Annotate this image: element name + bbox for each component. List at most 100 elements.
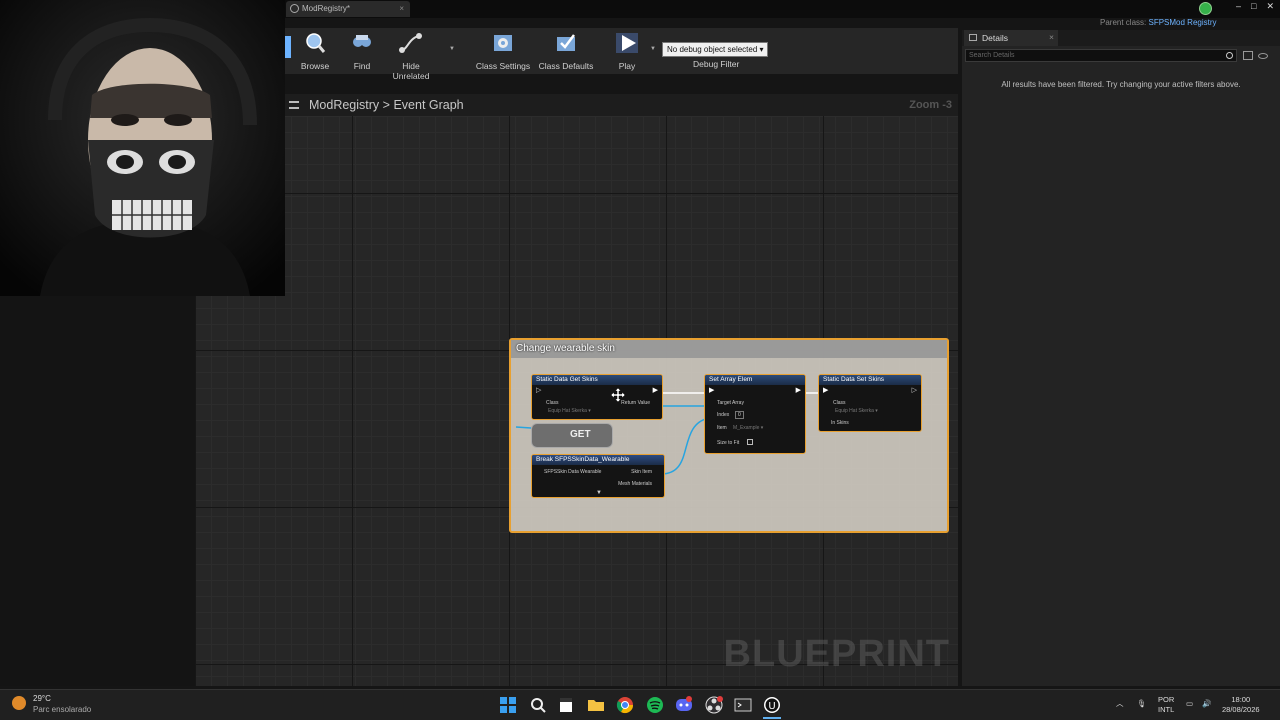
skin-item-pin[interactable]: Skin Item	[631, 469, 652, 475]
unreal-engine-icon[interactable]: U	[763, 696, 781, 714]
exec-out-pin[interactable]: ▶	[653, 386, 658, 394]
item-value-select[interactable]: M_Example ▾	[733, 425, 763, 431]
class-pin-value[interactable]: Equip Hat Skerka ▾	[835, 408, 878, 414]
item-pin[interactable]: Item	[717, 425, 727, 431]
graph-menu-icon[interactable]	[289, 101, 299, 109]
in-skins-pin[interactable]: In Skins	[831, 420, 849, 426]
breadcrumb-root[interactable]: ModRegistry	[309, 98, 379, 112]
obs-icon[interactable]	[705, 696, 723, 714]
details-icon	[969, 34, 977, 41]
node-get-title: GET	[570, 429, 591, 440]
chrome-icon[interactable]	[616, 696, 634, 714]
file-explorer-icon[interactable]	[587, 696, 605, 714]
node-title: Static Data Set Skins	[819, 375, 921, 385]
network-icon[interactable]: ▭	[1186, 699, 1193, 709]
node-static-data-set-skins[interactable]: Static Data Set Skins ▶ ▷ Class Equip Ha…	[818, 374, 922, 432]
find-button[interactable]: Find	[345, 32, 379, 71]
target-array-pin[interactable]: Target Array	[717, 400, 744, 406]
node-static-data-get-skins[interactable]: Static Data Get Skins ▷ ▶ Class Equip Ha…	[531, 374, 663, 420]
minimize-button[interactable]: –	[1236, 1, 1241, 12]
weather-description: Parc ensolarado	[33, 705, 92, 714]
details-tab[interactable]: Details ×	[964, 30, 1058, 46]
play-icon	[616, 33, 638, 53]
close-details-icon[interactable]: ×	[1049, 32, 1054, 42]
tray-overflow-icon[interactable]: ︿	[1116, 699, 1124, 709]
class-defaults-label: Class Defaults	[538, 61, 594, 71]
node-get[interactable]: GET	[531, 423, 613, 448]
comment-box[interactable]: Change wearable skin Static Data Get Ski…	[509, 338, 949, 533]
class-pin-value[interactable]: Equip Hat Skerka ▾	[548, 408, 591, 414]
exec-out-pin[interactable]: ▷	[912, 386, 917, 394]
event-graph-canvas[interactable]: Change wearable skin Static Data Get Ski…	[195, 116, 958, 686]
windows-start-icon[interactable]	[499, 696, 517, 714]
browse-button[interactable]: Browse	[297, 32, 333, 71]
parent-class-info: Parent class: SFPSMod Registry	[1100, 18, 1217, 27]
debug-filter-label: Debug Filter	[693, 59, 740, 69]
details-search-input[interactable]: Search Details	[965, 49, 1237, 62]
discord-icon[interactable]	[675, 696, 693, 714]
clock[interactable]: 18:00 28/08/2026	[1222, 695, 1260, 715]
volume-icon[interactable]: 🔊	[1202, 699, 1211, 709]
close-window-button[interactable]: ✕	[1266, 1, 1274, 12]
windows-taskbar: 29°C Parc ensolarado U ︿ 🎙 POR INTL ▭ 🔊 …	[0, 689, 1280, 720]
source-control-status-icon[interactable]	[1199, 2, 1212, 15]
maximize-button[interactable]: □	[1251, 1, 1256, 12]
node-title: Static Data Get Skins	[532, 375, 662, 385]
property-matrix-icon[interactable]	[1243, 51, 1253, 60]
expand-arrow-icon[interactable]: ▼	[596, 490, 602, 496]
filtered-message: All results have been filtered. Try chan…	[1001, 80, 1241, 89]
node-title: Set Array Elem	[705, 375, 805, 385]
language-line2: INTL	[1158, 705, 1175, 714]
index-value-field[interactable]: 0	[735, 411, 744, 419]
class-pin-label: Class	[546, 400, 559, 406]
language-line1: POR	[1158, 695, 1175, 704]
play-label: Play	[618, 61, 636, 71]
active-app-indicator	[763, 717, 781, 719]
parent-class-link[interactable]: SFPSMod Registry	[1148, 18, 1216, 27]
class-settings-button[interactable]: Class Settings	[475, 32, 531, 71]
node-title: Break SFPSSkinData_Wearable	[532, 455, 664, 465]
breadcrumb-current[interactable]: Event Graph	[393, 98, 463, 112]
hide-unrelated-dropdown-icon[interactable]: ▼	[449, 46, 455, 52]
blueprint-toolbar: Browse Find Hide Unrelated ▼ Class Setti…	[285, 28, 958, 81]
clock-date: 28/08/2026	[1222, 705, 1260, 714]
document-tab-modregistry[interactable]: ModRegistry* ×	[286, 1, 410, 17]
close-tab-icon[interactable]: ×	[399, 4, 404, 13]
weather-temperature: 29°C	[33, 694, 51, 703]
browse-label: Browse	[300, 61, 330, 71]
mesh-materials-pin[interactable]: Mesh Materials	[618, 481, 652, 487]
index-pin[interactable]: Index	[717, 412, 729, 418]
unreal-editor-window: ModRegistry* × – □ ✕ Parent class: SFPSM…	[0, 0, 1280, 720]
class-pin-label: Class	[833, 400, 846, 406]
terminal-icon[interactable]	[557, 696, 575, 714]
exec-in-pin[interactable]: ▶	[709, 386, 714, 394]
details-tab-bar: Details ×	[962, 30, 1280, 46]
breadcrumb-separator: >	[382, 98, 390, 112]
node-set-array-elem[interactable]: Set Array Elem ▶ ▶ Target Array Index 0 …	[704, 374, 806, 454]
size-to-fit-checkbox[interactable]	[747, 439, 753, 445]
hide-unrelated-label: Hide Unrelated	[392, 61, 430, 81]
exec-out-pin[interactable]: ▶	[796, 386, 801, 394]
play-options-dropdown-icon[interactable]: ▼	[650, 46, 656, 52]
view-options-eye-icon[interactable]	[1258, 53, 1268, 59]
compile-button-partial[interactable]	[285, 36, 291, 58]
play-button[interactable]: Play	[611, 32, 643, 71]
search-icon[interactable]	[529, 696, 547, 714]
exec-in-pin[interactable]: ▶	[823, 386, 828, 394]
class-defaults-button[interactable]: Class Defaults	[538, 32, 594, 71]
hide-unrelated-icon	[399, 33, 422, 53]
exec-in-pin[interactable]: ▷	[536, 386, 541, 394]
hide-unrelated-button[interactable]: Hide Unrelated	[383, 32, 439, 81]
clock-time: 18:00	[1231, 695, 1251, 704]
zoom-level: Zoom -3	[909, 99, 952, 111]
microphone-icon[interactable]: 🎙	[1137, 699, 1147, 709]
node-break-skin-data[interactable]: Break SFPSSkinData_Wearable SFPSSkin Dat…	[531, 454, 665, 498]
skin-data-input-pin[interactable]: SFPSSkin Data Wearable	[544, 469, 601, 475]
input-language-indicator[interactable]: POR INTL	[1158, 695, 1174, 715]
document-tab-label: ModRegistry*	[302, 4, 351, 13]
return-value-pin[interactable]: Return Value	[621, 400, 650, 406]
debug-object-select[interactable]: No debug object selected ▾	[662, 42, 768, 57]
spotify-icon[interactable]	[646, 696, 664, 714]
terminal-icon[interactable]	[734, 696, 752, 714]
details-search-placeholder: Search Details	[969, 52, 1015, 59]
